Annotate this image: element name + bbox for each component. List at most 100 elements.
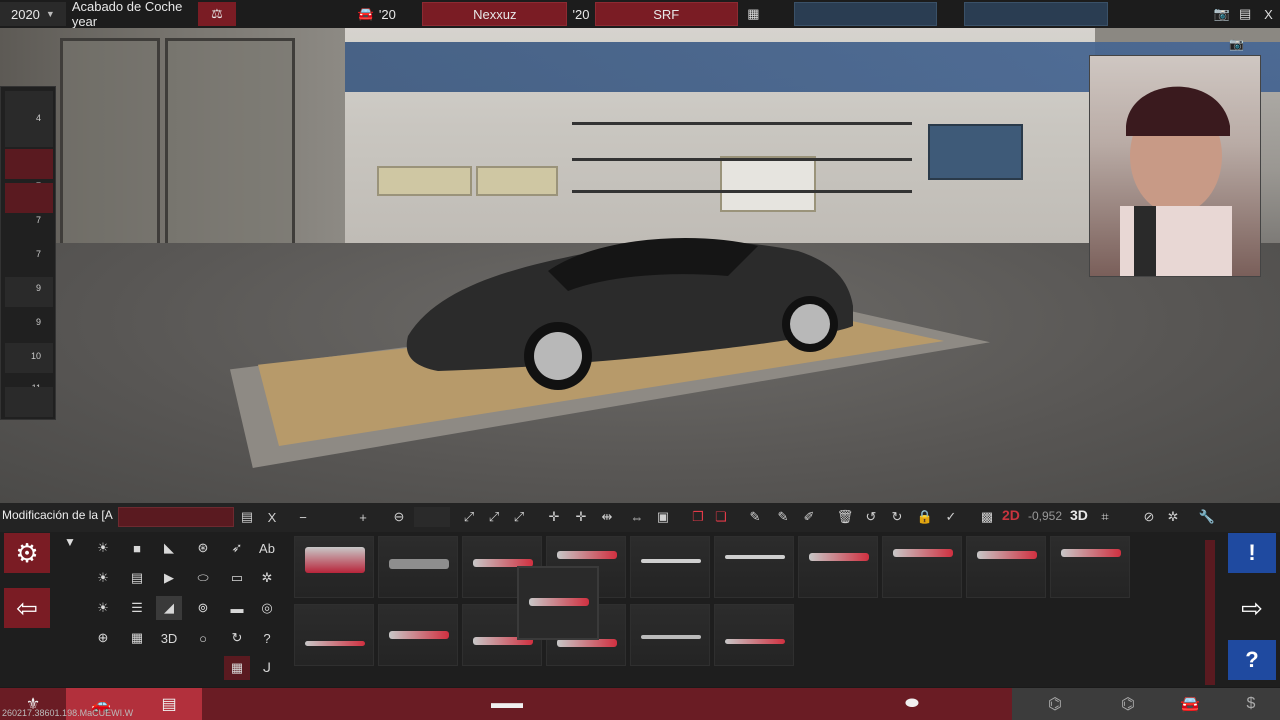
flag-icon[interactable]: ▶ (156, 566, 182, 590)
fixture-thumb[interactable] (714, 536, 794, 598)
list-icon[interactable]: ▤ (236, 507, 258, 527)
spoiler-icon[interactable]: ◢ (156, 596, 182, 620)
wrench-icon[interactable]: 🔧 (1196, 507, 1218, 527)
align-icon[interactable]: ⇹ (596, 507, 618, 527)
snap-icon[interactable]: ▣ (652, 507, 674, 527)
help-icon[interactable]: ? (254, 626, 280, 650)
crop-icon[interactable]: ⌗ (1094, 507, 1116, 527)
car-model[interactable] (398, 216, 858, 391)
light-combo-icon[interactable]: ⊕ (90, 626, 116, 650)
wheel-icon[interactable]: ✲ (1162, 507, 1184, 527)
flip-all-icon[interactable]: ✎ (772, 507, 794, 527)
model-name-field[interactable]: Nexxuz (422, 2, 568, 26)
redo-icon[interactable]: ↻ (886, 507, 908, 527)
no-wheel-icon[interactable]: ⊘ (1138, 507, 1160, 527)
fog-light-icon[interactable]: ◎ (254, 596, 280, 620)
part-slot[interactable] (5, 277, 53, 307)
camera-icon[interactable]: 📷 (1210, 2, 1233, 26)
square-icon[interactable]: ■ (124, 536, 150, 560)
fixture-thumb[interactable] (378, 604, 458, 666)
exhaust-icon[interactable]: ⊚ (190, 596, 216, 620)
paste-icon[interactable]: ❏ (710, 507, 732, 527)
part-slot[interactable] (5, 343, 53, 373)
brush-icon[interactable]: ✐ (798, 507, 820, 527)
blue-slot-2[interactable] (964, 2, 1108, 26)
nav-tab-engine[interactable]: ⌬ (1012, 688, 1098, 720)
wheel-part-icon[interactable]: ✲ (254, 566, 280, 590)
move-icon[interactable]: ✛ (543, 507, 565, 527)
fixture-thumb[interactable] (294, 604, 374, 666)
nav-tab-cost[interactable]: $ (1222, 688, 1280, 720)
export-icon[interactable]: ▤ (1234, 2, 1257, 26)
grille-icon[interactable]: ⊛ (190, 536, 216, 560)
refresh-icon[interactable]: ↻ (224, 626, 250, 650)
light-icon[interactable]: ☀ (90, 536, 116, 560)
hook-icon[interactable]: ᒍ (254, 656, 280, 680)
mesh-icon[interactable]: ▦ (124, 626, 150, 650)
mode-2d[interactable]: 2D (1002, 507, 1020, 523)
distribute-icon[interactable]: ⇔ (626, 507, 648, 527)
circle-icon[interactable]: ○ (190, 626, 216, 650)
mirror-icon[interactable]: ⊖ (388, 507, 410, 527)
copy-icon[interactable]: ❐ (687, 507, 709, 527)
nav-tab-testing[interactable]: 🚘 (1158, 688, 1222, 720)
bumper-icon[interactable]: ☰ (124, 596, 150, 620)
badge-icon[interactable]: ⬭ (190, 566, 216, 590)
scale-z-icon[interactable]: ⤢ (508, 507, 530, 527)
close-button[interactable]: X (261, 507, 283, 527)
warning-button[interactable]: ! (1228, 533, 1276, 573)
fixture-thumb[interactable] (1050, 536, 1130, 598)
part-slot[interactable] (5, 387, 53, 417)
fixture-thumb[interactable] (294, 536, 374, 598)
camera-icon[interactable]: 📷 (1229, 37, 1249, 53)
scale-x-icon[interactable]: ⤢ (458, 507, 480, 527)
close-icon[interactable]: X (1257, 2, 1280, 26)
flip-icon[interactable]: ✎ (744, 507, 766, 527)
fixture-thumb[interactable] (798, 536, 878, 598)
confirm-icon[interactable]: ✓ (940, 507, 962, 527)
plus-icon[interactable]: + (352, 507, 374, 527)
part-slot[interactable] (5, 149, 53, 179)
grid-icon[interactable]: ▦ (224, 656, 250, 680)
value-field[interactable] (414, 507, 450, 527)
fixture-thumb[interactable] (882, 536, 962, 598)
3d-filter[interactable]: 3D (156, 626, 182, 650)
nav-tab-fixtures[interactable]: ▤ (136, 688, 202, 720)
part-slot[interactable] (5, 117, 53, 147)
trash-icon[interactable]: 🗑 (834, 507, 856, 527)
minus-icon[interactable]: − (292, 507, 314, 527)
scale-y-icon[interactable]: ⤢ (483, 507, 505, 527)
part-slot[interactable] (5, 183, 53, 213)
light-icon[interactable]: ☀ (90, 596, 116, 620)
mirror-part-icon[interactable]: ➶ (224, 536, 250, 560)
trim-name-field[interactable]: SRF (594, 2, 738, 26)
undo-icon[interactable]: ↺ (860, 507, 882, 527)
light-icon[interactable]: ☀ (90, 566, 116, 590)
year-selector[interactable]: 2020 ▼ (0, 2, 66, 26)
garage-viewport[interactable] (0, 28, 1280, 503)
fixture-thumb[interactable] (630, 536, 710, 598)
fixture-name-input[interactable] (118, 507, 234, 527)
intake-icon[interactable]: ◣ (156, 536, 182, 560)
back-button[interactable]: ⇦ (4, 588, 50, 628)
vent-icon[interactable]: ▤ (124, 566, 150, 590)
help-button[interactable]: ? (1228, 640, 1276, 680)
move-all-icon[interactable]: ✛ (570, 507, 592, 527)
next-button[interactable]: ⇨ (1228, 588, 1276, 628)
text-icon[interactable]: Ab (254, 536, 280, 560)
fixture-thumb[interactable] (378, 536, 458, 598)
settings-button[interactable]: ⚙ (4, 533, 50, 573)
grid-icon[interactable]: ▦ (740, 2, 767, 26)
nav-tab-drivetrain[interactable]: ⌬ (1098, 688, 1158, 720)
nav-tab-paint[interactable]: ⬬ (812, 688, 1012, 720)
chevron-down-icon[interactable]: ▼ (64, 535, 76, 549)
nav-tab-interior[interactable]: ▬▬ (202, 688, 812, 720)
scale-icon[interactable]: ⚖ (197, 2, 237, 26)
handle-icon[interactable]: ▬ (224, 596, 250, 620)
blue-slot-1[interactable] (794, 2, 938, 26)
fixture-thumb[interactable] (966, 536, 1046, 598)
mode-3d[interactable]: 3D (1070, 507, 1088, 523)
grid-pattern-icon[interactable]: ▩ (976, 507, 998, 527)
fixture-thumb[interactable] (714, 604, 794, 666)
lock-icon[interactable]: 🔒 (914, 507, 936, 527)
